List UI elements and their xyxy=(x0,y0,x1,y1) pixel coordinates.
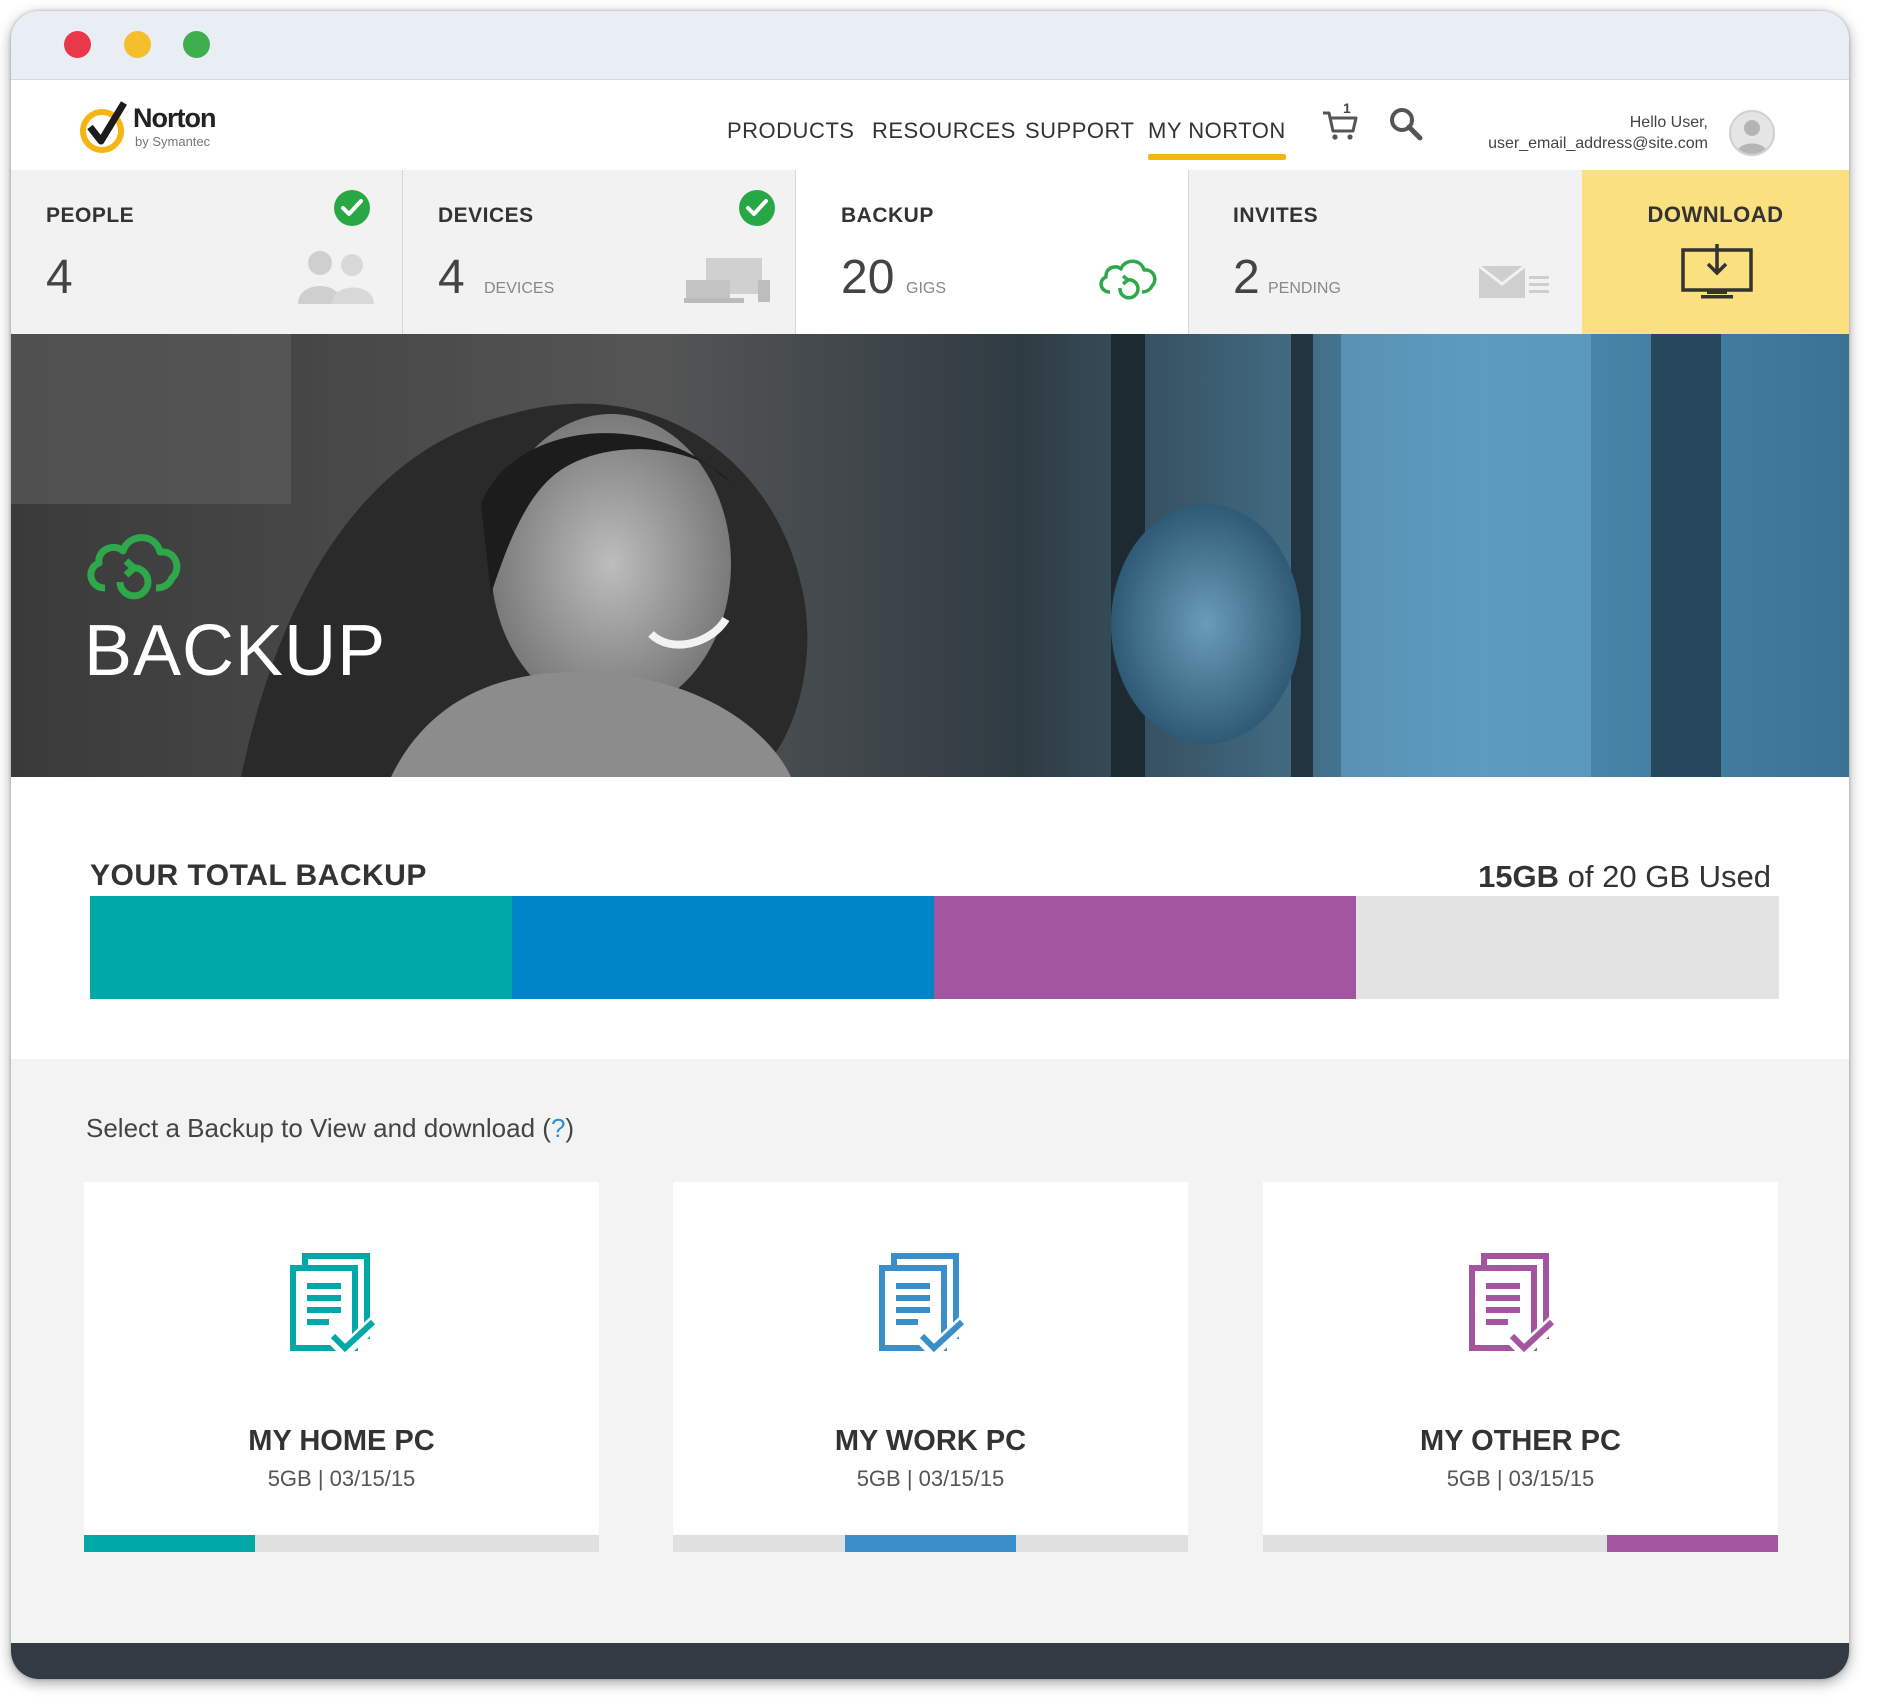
greeting-text: Hello User, xyxy=(1629,114,1708,131)
cart-button[interactable]: 1 xyxy=(1321,100,1361,144)
cart-icon xyxy=(1323,111,1358,140)
backup-card-work[interactable]: MY WORK PC 5GB | 03/15/15 xyxy=(673,1182,1188,1552)
backup-card-progress-fill xyxy=(845,1535,1016,1552)
total-backup-title: YOUR TOTAL BACKUP xyxy=(90,859,427,892)
backup-card-progress-fill xyxy=(84,1535,255,1552)
backup-card-progress xyxy=(1263,1535,1778,1552)
cloud-sync-icon xyxy=(1099,259,1157,300)
document-check-icon xyxy=(289,1253,380,1360)
monitor-download-icon xyxy=(1681,244,1753,299)
backup-card-meta: 5GB | 03/15/15 xyxy=(1446,1466,1595,1491)
avatar-icon xyxy=(1736,120,1768,154)
backup-count: 20 xyxy=(841,251,895,304)
logo-wordmark: Norton xyxy=(133,103,216,133)
nav-support[interactable]: SUPPORT xyxy=(1025,118,1134,144)
devices-count: 4 xyxy=(438,251,465,304)
browser-window: Norton by Symantec PRODUCTS RESOURCES SU… xyxy=(11,11,1849,1679)
user-email: user_email_address@site.com xyxy=(1488,135,1708,152)
backup-card-title: MY WORK PC xyxy=(834,1425,1027,1457)
invites-tile[interactable]: INVITES 2 PENDING xyxy=(1189,170,1582,334)
invites-unit: PENDING xyxy=(1268,280,1341,297)
backup-card-meta: 5GB | 03/15/15 xyxy=(267,1466,416,1491)
backup-card-home[interactable]: MY HOME PC 5GB | 03/15/15 xyxy=(84,1182,599,1552)
people-count: 4 xyxy=(46,251,73,304)
hero-banner: BACKUP xyxy=(11,334,1849,777)
mail-icon xyxy=(1479,264,1549,298)
norton-logo[interactable]: Norton by Symantec xyxy=(80,99,250,155)
document-check-icon xyxy=(1468,1253,1559,1360)
backup-unit: GIGS xyxy=(906,280,947,297)
stats-bar: PEOPLE 4 DEVICES 4 DEVICES BACKUP 20 GIG… xyxy=(11,170,1849,335)
page-footer xyxy=(11,1643,1849,1679)
devices-unit: DEVICES xyxy=(484,280,555,297)
usage-segment-other[interactable] xyxy=(934,896,1356,999)
backup-card-progress xyxy=(84,1535,599,1552)
maximize-window-button[interactable] xyxy=(183,31,210,58)
check-icon xyxy=(334,190,370,226)
total-backup-usage: 15GB of 20 GB Used xyxy=(1478,859,1771,895)
total-usage-bar xyxy=(90,896,1779,999)
nav-resources[interactable]: RESOURCES xyxy=(872,118,1016,144)
backup-card-meta: 5GB | 03/15/15 xyxy=(856,1466,1005,1491)
backup-card-title: MY OTHER PC xyxy=(1420,1425,1621,1457)
minimize-window-button[interactable] xyxy=(124,31,151,58)
backup-card-other[interactable]: MY OTHER PC 5GB | 03/15/15 xyxy=(1263,1182,1778,1552)
devices-icon xyxy=(684,258,770,303)
used-amount: 15GB xyxy=(1478,859,1560,894)
prompt-text: Select a Backup to View and download xyxy=(86,1113,536,1143)
select-backup-prompt: Select a Backup to View and download (?) xyxy=(86,1113,575,1143)
search-button[interactable] xyxy=(1388,106,1424,142)
download-label: DOWNLOAD xyxy=(1647,202,1784,227)
people-label: PEOPLE xyxy=(46,204,135,227)
title-bar xyxy=(11,11,1849,80)
backup-list-section: Select a Backup to View and download (?)… xyxy=(11,1059,1849,1643)
nav-my-norton[interactable]: MY NORTON xyxy=(1148,118,1286,160)
avatar[interactable] xyxy=(1729,110,1775,156)
hero-photo xyxy=(11,334,1849,777)
cloud-sync-icon xyxy=(87,534,181,600)
people-tile[interactable]: PEOPLE 4 xyxy=(11,170,403,334)
used-capacity: of 20 GB Used xyxy=(1559,859,1771,894)
download-tile[interactable]: DOWNLOAD xyxy=(1582,170,1849,334)
check-icon xyxy=(739,190,775,226)
total-backup-section: YOUR TOTAL BACKUP 15GB of 20 GB Used xyxy=(11,777,1849,1059)
site-header: Norton by Symantec PRODUCTS RESOURCES SU… xyxy=(11,80,1849,171)
logo-subtitle: by Symantec xyxy=(135,134,211,149)
backup-label: BACKUP xyxy=(841,204,934,227)
hero-title: BACKUP xyxy=(84,611,387,691)
nav-products[interactable]: PRODUCTS xyxy=(727,118,854,144)
invites-count: 2 xyxy=(1233,251,1260,304)
cart-count: 1 xyxy=(1343,100,1351,116)
backup-card-title: MY HOME PC xyxy=(248,1425,435,1457)
backup-card-progress-fill xyxy=(1607,1535,1778,1552)
search-icon xyxy=(1390,108,1423,141)
backup-card-progress xyxy=(673,1535,1188,1552)
usage-segment-work[interactable] xyxy=(512,896,934,999)
usage-segment-home[interactable] xyxy=(90,896,512,999)
devices-tile[interactable]: DEVICES 4 DEVICES xyxy=(403,170,796,334)
people-icon xyxy=(298,251,374,304)
invites-label: INVITES xyxy=(1233,204,1319,227)
norton-check-icon xyxy=(80,101,127,153)
help-link[interactable]: ? xyxy=(551,1113,565,1143)
close-window-button[interactable] xyxy=(64,31,91,58)
backup-tile[interactable]: BACKUP 20 GIGS xyxy=(796,170,1189,334)
devices-label: DEVICES xyxy=(438,204,534,227)
document-check-icon xyxy=(878,1253,969,1360)
